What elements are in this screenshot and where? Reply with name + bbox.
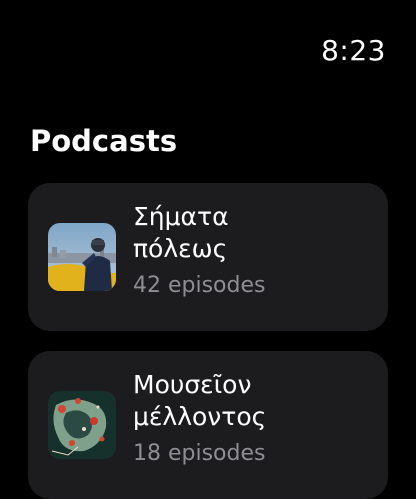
- podcast-title: πόλεως: [133, 234, 228, 263]
- podcast-card[interactable]: Μουσεῖον μέλλοντος 18 episodes: [28, 351, 388, 499]
- podcast-title: μέλλοντος: [133, 402, 267, 431]
- podcast-artwork-icon: [48, 223, 116, 291]
- podcast-title: Σήματα: [133, 202, 229, 231]
- podcast-title: Μουσεῖον: [133, 370, 252, 399]
- podcast-card[interactable]: Σήματα πόλεως 42 episodes: [28, 183, 388, 331]
- page-title: Podcasts: [30, 124, 178, 158]
- episode-count: 18 episodes: [133, 441, 266, 466]
- episode-count: 42 episodes: [133, 273, 266, 298]
- podcast-artwork-icon: [48, 391, 116, 459]
- status-time: 8:23: [321, 34, 386, 67]
